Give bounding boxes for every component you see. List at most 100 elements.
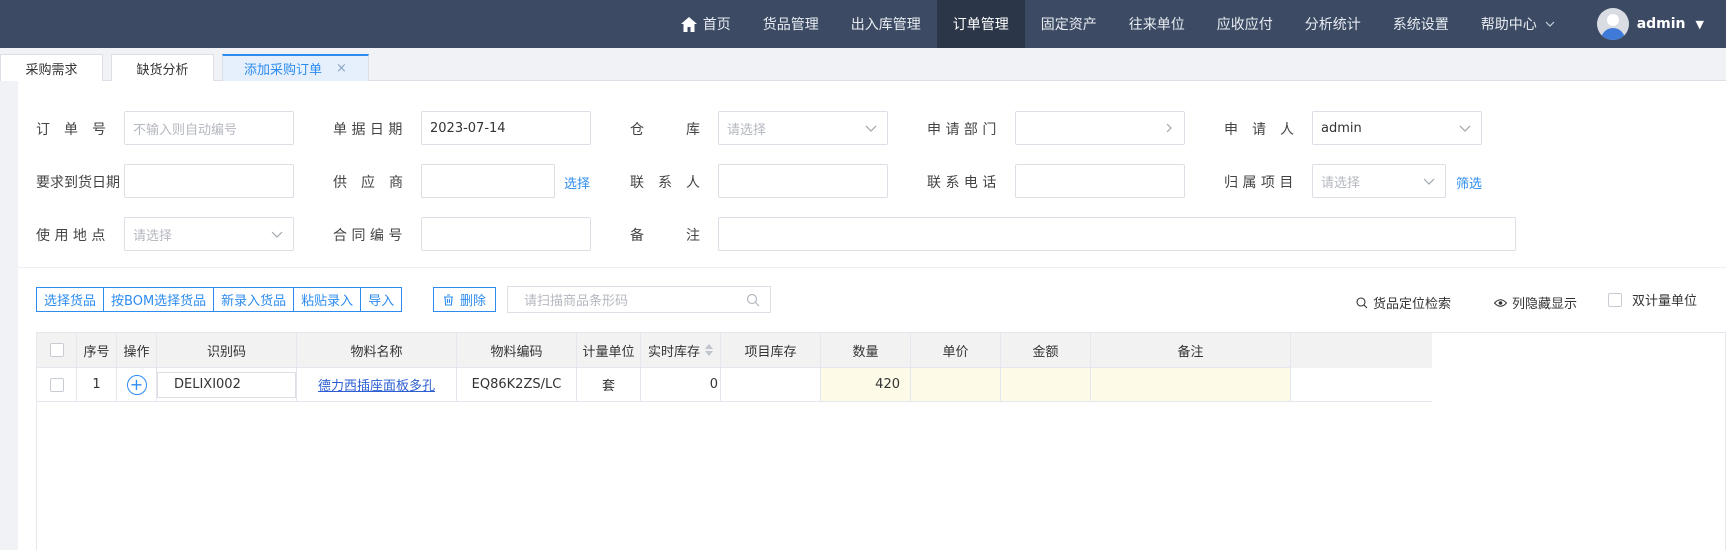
column-toggle-button[interactable]: 列隐藏显示: [1494, 293, 1577, 312]
nav-label: 固定资产: [1040, 17, 1097, 33]
contract-no-input[interactable]: [421, 217, 591, 251]
home-icon: [680, 16, 697, 32]
goods-button-group: 选择货品 按BOM选择货品 新录入货品 粘贴录入 导入: [36, 287, 403, 312]
unit-cell: 套: [577, 368, 641, 401]
paste-entry-button[interactable]: 粘贴录入: [293, 287, 362, 312]
amount-cell[interactable]: [1001, 368, 1091, 401]
seq-cell: 1: [77, 368, 117, 401]
warehouse-select[interactable]: 请选择: [718, 111, 888, 145]
goods-table: 序号 操作 识别码 物料名称 物料编码 计量单位 实时库存 项目库存 数量 单价…: [36, 332, 1726, 550]
dept-label: 申 请 部 门: [927, 122, 997, 138]
filter-project-link[interactable]: 筛选: [1456, 173, 1482, 192]
table-header: 序号 操作 识别码 物料名称 物料编码 计量单位 实时库存 项目库存 数量 单价…: [37, 333, 1432, 368]
location-select[interactable]: 请选择: [124, 217, 294, 251]
search-icon: [1356, 296, 1368, 308]
project-stock-cell: [721, 368, 821, 401]
nav-item-home[interactable]: 首页: [665, 0, 747, 48]
nav-item-help[interactable]: 帮助中心: [1465, 0, 1571, 48]
nav-item-settings[interactable]: 系统设置: [1377, 0, 1465, 48]
chevron-down-icon: [271, 231, 283, 238]
code-cell: DELIXI002: [157, 368, 297, 401]
select-goods-button[interactable]: 选择货品: [36, 287, 105, 312]
chevron-down-icon: [1545, 21, 1555, 27]
dept-cascader[interactable]: [1015, 111, 1185, 145]
remark-input[interactable]: [718, 217, 1516, 251]
order-no-input[interactable]: 不输入则自动编号: [124, 111, 294, 145]
project-select[interactable]: 请选择: [1312, 164, 1446, 198]
nav-item-partners[interactable]: 往来单位: [1113, 0, 1201, 48]
applicant-select[interactable]: admin: [1312, 111, 1482, 145]
project-placeholder: 请选择: [1321, 175, 1361, 191]
quantity-cell[interactable]: 420: [821, 368, 911, 401]
location-label: 使 用 地 点: [36, 228, 106, 244]
contact-label: 联 系 人: [630, 175, 700, 191]
tab-label: 添加采购订单: [244, 63, 323, 78]
user-name: admin: [1636, 16, 1686, 32]
column-header: 物料名称: [297, 333, 457, 368]
main-nav: 首页 货品管理 出入库管理 订单管理 固定资产 往来单位 应收应付 分析统计 系…: [665, 0, 1726, 48]
applicant-label: 申 请 人: [1224, 122, 1294, 138]
supplier-input[interactable]: [421, 164, 555, 198]
price-cell[interactable]: [911, 368, 1001, 401]
nav-item-orders[interactable]: 订单管理: [936, 0, 1025, 48]
phone-input[interactable]: [1015, 164, 1185, 198]
chevron-down-icon: [1423, 178, 1435, 185]
tab-shortage-analysis[interactable]: 缺货分析: [111, 54, 214, 81]
column-header: 识别码: [157, 333, 297, 368]
import-button[interactable]: 导入: [360, 287, 403, 312]
material-name-link[interactable]: 德力西插座面板多孔: [318, 375, 435, 394]
row-checkbox[interactable]: [49, 377, 64, 392]
code-input[interactable]: DELIXI002: [157, 371, 296, 398]
stock-column-header[interactable]: 实时库存: [641, 333, 721, 368]
dual-unit-checkbox[interactable]: 双计量单位: [1608, 290, 1697, 309]
table-row: 1 + DELIXI002 德力西插座面板多孔 EQ86K2ZS/LC 套 0 …: [37, 368, 1432, 402]
nav-label: 出入库管理: [850, 17, 921, 33]
add-row-icon[interactable]: +: [126, 374, 147, 395]
nav-item-goods[interactable]: 货品管理: [747, 0, 835, 48]
nav-item-assets[interactable]: 固定资产: [1025, 0, 1113, 48]
eye-icon: [1494, 298, 1507, 307]
nav-item-analysis[interactable]: 分析统计: [1289, 0, 1377, 48]
nav-label: 首页: [702, 17, 731, 33]
nav-label: 系统设置: [1392, 17, 1449, 33]
nav-item-inout[interactable]: 出入库管理: [835, 0, 937, 48]
tab-label: 缺货分析: [136, 62, 189, 78]
arrival-date-input[interactable]: [124, 164, 294, 198]
sort-icon[interactable]: [705, 344, 713, 356]
select-all-checkbox[interactable]: [49, 343, 64, 357]
delete-button[interactable]: 删除: [433, 287, 497, 312]
tab-purchase-demand[interactable]: 采购需求: [0, 54, 103, 81]
nav-item-receivable[interactable]: 应收应付: [1201, 0, 1289, 48]
phone-label: 联 系 电 话: [927, 175, 997, 191]
applicant-value: admin: [1321, 120, 1362, 136]
column-header: 物料编码: [457, 333, 577, 368]
section-divider: [18, 267, 1726, 268]
tab-label: 采购需求: [25, 62, 78, 78]
doc-date-input[interactable]: 2023-07-14: [421, 111, 591, 145]
barcode-scan-input[interactable]: 请扫描商品条形码: [507, 286, 771, 313]
order-no-label: 订 单 号: [36, 122, 106, 138]
locate-goods-button[interactable]: 货品定位检索: [1356, 293, 1451, 312]
new-goods-button[interactable]: 新录入货品: [213, 287, 295, 312]
contact-input[interactable]: [718, 164, 888, 198]
tab-add-purchase-order[interactable]: 添加采购订单 ×: [222, 54, 369, 81]
nav-label: 货品管理: [762, 17, 819, 33]
close-icon[interactable]: ×: [336, 61, 347, 76]
select-by-bom-button[interactable]: 按BOM选择货品: [103, 287, 215, 312]
trash-icon: [444, 293, 453, 306]
dual-unit-label: 双计量单位: [1632, 294, 1698, 309]
select-supplier-link[interactable]: 选择: [564, 173, 590, 192]
warehouse-placeholder: 请选择: [727, 122, 767, 138]
locate-label: 货品定位检索: [1373, 297, 1452, 312]
supplier-label: 供 应 商: [333, 175, 403, 191]
left-gutter: [0, 81, 18, 550]
column-header: 操作: [117, 333, 157, 368]
chevron-down-icon: [865, 125, 877, 132]
nav-label: 应收应付: [1216, 17, 1273, 33]
user-menu[interactable]: admin ▼: [1571, 0, 1726, 48]
column-header: 数量: [821, 333, 911, 368]
doc-date-label: 单 据 日 期: [333, 122, 403, 138]
checkbox[interactable]: [1608, 292, 1622, 307]
search-icon: [746, 293, 760, 307]
remark-cell[interactable]: [1091, 368, 1291, 401]
